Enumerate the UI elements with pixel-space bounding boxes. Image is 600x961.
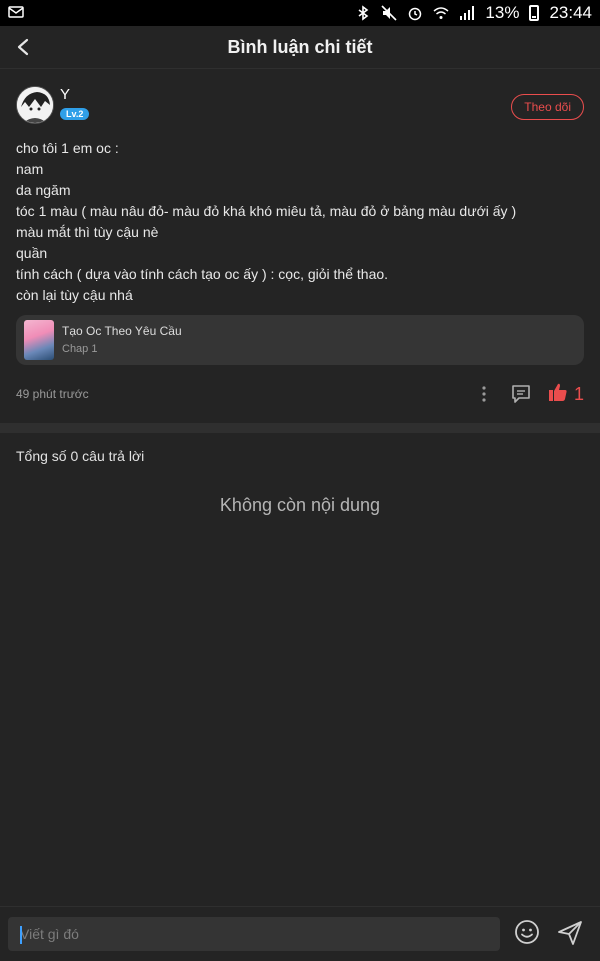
more-vertical-icon[interactable]: [480, 384, 488, 409]
back-arrow-icon[interactable]: [10, 34, 36, 60]
story-chapter: Chap 1: [62, 343, 98, 355]
battery-icon: [529, 5, 540, 21]
thumbs-up-icon: [548, 382, 568, 407]
reply-comment-icon[interactable]: [510, 383, 532, 410]
comment-composer: Viết gì đó: [0, 906, 600, 961]
clock: 23:44: [549, 3, 592, 22]
mail-icon: [8, 4, 24, 25]
mute-icon: [381, 5, 397, 21]
bluetooth-icon: [355, 5, 371, 21]
emoji-icon[interactable]: [514, 919, 540, 950]
header: Bình luận chi tiết: [0, 26, 600, 69]
page-title: Bình luận chi tiết: [227, 36, 373, 57]
comment-line: quần: [16, 245, 48, 261]
comment-line: cho tôi 1 em oc :: [16, 140, 119, 156]
signal-icon: [459, 5, 475, 21]
empty-state: Không còn nội dung: [219, 495, 381, 515]
wifi-icon: [433, 5, 449, 21]
comment-meta: 49 phút trước 1: [16, 382, 584, 406]
comment-body: cho tôi 1 em oc : nam da ngăm tóc 1 màu …: [16, 138, 584, 306]
comment-line: còn lại tùy cậu nhá: [16, 287, 133, 303]
comment-input[interactable]: Viết gì đó: [8, 917, 500, 951]
comment-line: tóc 1 màu ( màu nâu đỏ- màu đỏ khá khó m…: [16, 203, 517, 219]
comment-line: nam: [16, 161, 44, 177]
username[interactable]: Y: [60, 86, 70, 103]
alarm-icon: [407, 5, 423, 21]
comment-line: da ngăm: [16, 182, 71, 198]
follow-button[interactable]: Theo dõi: [511, 94, 584, 120]
comment-input-placeholder: Viết gì đó: [20, 926, 79, 942]
send-icon[interactable]: [556, 919, 584, 952]
text-caret: [20, 926, 22, 944]
like-count: 1: [573, 384, 584, 404]
battery-percent: 13%: [485, 3, 520, 22]
linked-story-card[interactable]: Tạo Oc Theo Yêu Cầu Chap 1: [16, 315, 584, 365]
status-bar: 13% 23:44: [0, 0, 600, 26]
comment-time: 49 phút trước: [16, 387, 89, 401]
story-cover-image: [24, 320, 54, 360]
comment-line: tính cách ( dựa vào tính cách tạo oc ấy …: [16, 266, 389, 282]
like-button[interactable]: 1: [548, 382, 584, 407]
avatar[interactable]: [16, 86, 54, 124]
story-title: Tạo Oc Theo Yêu Cầu: [62, 324, 182, 338]
level-badge: Lv.2: [60, 108, 90, 120]
comment-line: màu mắt thì tùy cậu nè: [16, 224, 159, 240]
replies-count: Tổng số 0 câu trả lời: [16, 448, 145, 464]
section-divider: [0, 423, 600, 433]
